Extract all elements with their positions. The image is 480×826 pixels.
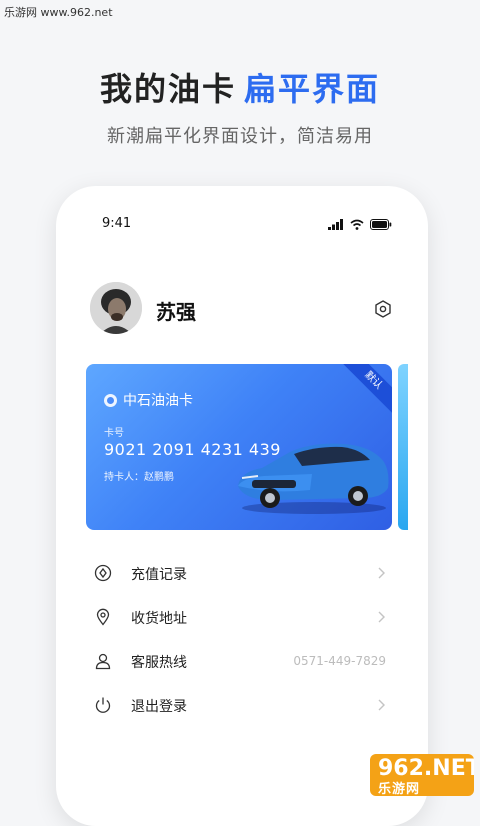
hotline-number[interactable]: 0571-449-7829: [293, 654, 386, 668]
menu-label: 收货地址: [131, 611, 187, 627]
chevron-right-icon: [378, 567, 385, 579]
promo-title-accent: 扁平界面: [244, 70, 381, 108]
oil-card[interactable]: 默认 中石油油卡 卡号 9021 2091 4231 439 持卡人：赵鹏鹏: [86, 364, 392, 530]
chevron-right-icon: [378, 699, 385, 711]
wifi-icon: [350, 219, 364, 230]
battery-icon: [370, 219, 392, 230]
site-logo: 962.NET 乐游网: [370, 754, 474, 796]
card-holder: 持卡人：赵鹏鹏: [104, 472, 174, 483]
status-bar: 9:41: [56, 186, 428, 231]
petrochina-logo-icon: [104, 393, 117, 407]
promo-subtitle: 新潮扁平化界面设计，简洁易用: [107, 126, 373, 147]
promo-title-main: 我的油卡: [99, 70, 236, 108]
power-icon: [95, 697, 111, 713]
card-number-label: 卡号: [104, 428, 124, 439]
avatar[interactable]: [90, 282, 142, 334]
site-logo-bottom: 乐游网: [378, 782, 421, 796]
signal-icon: [328, 219, 343, 230]
menu-item-logout[interactable]: 退出登录: [94, 686, 386, 730]
settings-hexagon-icon[interactable]: [374, 300, 392, 318]
user-name[interactable]: 苏强: [156, 296, 196, 325]
status-icons: [328, 218, 392, 230]
card-brand-label: 中石油油卡: [123, 393, 193, 409]
menu-label: 退出登录: [131, 699, 187, 715]
phone-screen: 9:41 苏强 默认 中石油油卡 卡号 9021 2091 4231 439 持…: [56, 186, 428, 826]
default-badge: 默认: [334, 364, 392, 420]
profile-header: 苏强: [90, 282, 400, 338]
menu-item-customer-hotline[interactable]: 客服热线 0571-449-7829: [94, 642, 386, 686]
diamond-circle-icon: [94, 564, 112, 582]
menu-label: 客服热线: [131, 655, 187, 671]
location-pin-icon: [96, 608, 110, 626]
watermark-text: 乐游网 www.962.net: [4, 6, 113, 19]
card-brand: 中石油油卡: [104, 390, 193, 410]
menu-label: 充值记录: [131, 567, 187, 583]
next-card-peek[interactable]: [398, 364, 408, 530]
status-time: 9:41: [102, 216, 132, 231]
menu-item-recharge-records[interactable]: 充值记录: [94, 554, 386, 598]
car-image: [238, 443, 389, 514]
menu-item-shipping-address[interactable]: 收货地址: [94, 598, 386, 642]
user-icon: [95, 653, 111, 670]
avatar-image: [90, 282, 142, 334]
promo-title: 我的油卡 扁平界面: [0, 64, 480, 110]
chevron-right-icon: [378, 611, 385, 623]
